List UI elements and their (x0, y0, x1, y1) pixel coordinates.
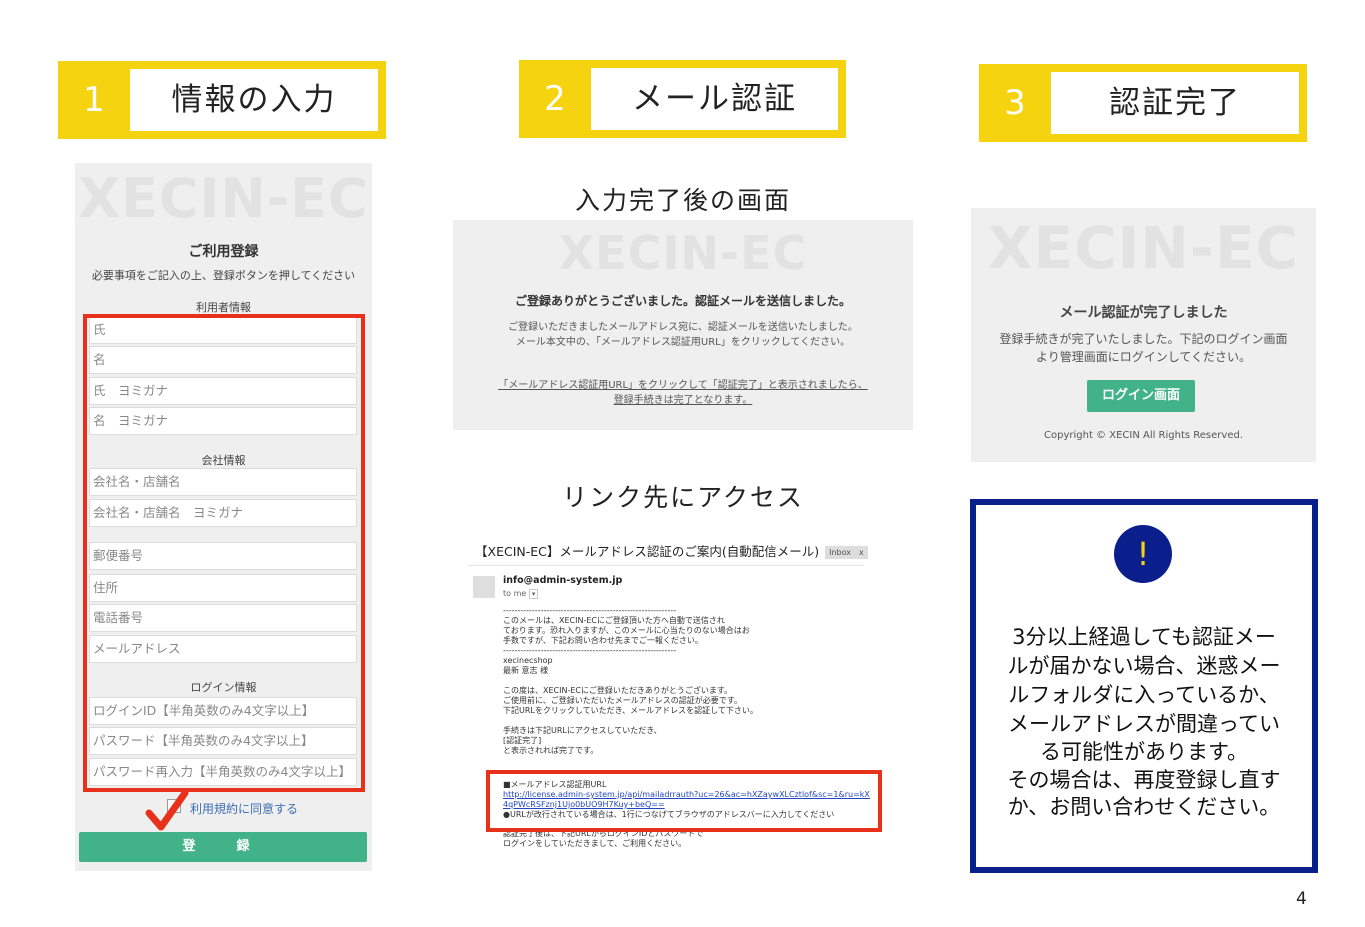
notice-line: メールアドレスが間違ってい (1008, 712, 1280, 736)
notice-line: ルフォルダに入っているか、 (1008, 683, 1280, 707)
avatar (473, 576, 495, 598)
watermark: XECIN-EC (78, 167, 369, 230)
email-from: info@admin-system.jp (503, 575, 623, 586)
step-label: メール認証 (591, 68, 838, 130)
complete-body-line: 登録手続きが完了いたしました。下記のログイン画面 (999, 332, 1288, 346)
confirmation-body: ご登録いただきましたメールアドレス宛に、認証メールを送信いたしました。 メール本… (453, 320, 913, 350)
notice-line: か、お問い合わせください。 (1007, 795, 1281, 819)
caption-after-input: 入力完了後の画面 (574, 186, 791, 215)
inbox-badge[interactable]: Inbox x (825, 546, 868, 559)
watermark: XECIN-EC (987, 214, 1300, 282)
form-title: ご利用登録 (188, 244, 259, 260)
checkmark-icon (145, 789, 189, 831)
step-1-header: 1 情報の入力 (58, 61, 386, 139)
email-to: to me ▾ (503, 589, 539, 599)
complete-body: 登録手続きが完了いたしました。下記のログイン画面 より管理画面にログインしてくだ… (971, 330, 1316, 366)
terms-link[interactable]: 利用規約に同意する (190, 800, 298, 817)
complete-body-line: より管理画面にログインしてください。 (1035, 350, 1252, 364)
notice-text: 3分以上経過しても認証メー ルが届かない場合、迷惑メー ルフォルダに入っているか… (984, 623, 1304, 820)
step-3-header: 3 認証完了 (979, 64, 1307, 142)
page-number: 4 (1296, 889, 1307, 909)
url-highlight-box (486, 770, 882, 832)
step-label: 情報の入力 (130, 69, 378, 131)
exclamation-icon: ! (1114, 525, 1172, 583)
confirmation-note: 「メールアドレス認証用URL」をクリックして「認証完了」と表示されましたら、 登… (453, 378, 913, 408)
confirmation-body-line: ご登録いただきましたメールアドレス宛に、認証メールを送信いたしました。 (508, 322, 858, 333)
confirmation-screenshot: XECIN-EC ご登録ありがとうございました。認証メールを送信しました。 ご登… (453, 220, 913, 430)
notice-line: る可能性があります。 (1040, 740, 1248, 764)
form-highlight-box (83, 314, 365, 792)
complete-heading: メール認証が完了しました (1059, 305, 1228, 321)
email-subject-text: 【XECIN-EC】メールアドレス認証のご案内(自動配信メール) (475, 544, 820, 559)
register-button[interactable]: 登 録 (79, 832, 367, 862)
step-number: 1 (83, 80, 105, 120)
email-tail: 認証完了後は、下記URLからログインIDとパスワードで ログインをしていただきま… (503, 829, 704, 848)
step-label: 認証完了 (1051, 72, 1299, 134)
email-body: ----------------------------------------… (503, 606, 758, 755)
confirmation-note-line: 登録手続きは完了となります。 (613, 395, 753, 406)
confirmation-body-line: メール本文中の、「メールアドレス認証用URL」をクリックしてください。 (515, 337, 851, 348)
email-to-text: to me (503, 589, 527, 598)
copyright: Copyright © XECIN All Rights Reserved. (1044, 430, 1243, 441)
chevron-down-icon[interactable]: ▾ (528, 589, 539, 599)
step-2-header: 2 メール認証 (519, 60, 846, 138)
email-subject: 【XECIN-EC】メールアドレス認証のご案内(自動配信メール) Inbox x (475, 541, 868, 560)
notice-line: その場合は、再度登録し直す (1007, 768, 1281, 792)
confirmation-heading: ご登録ありがとうございました。認証メールを送信しました。 (514, 294, 851, 308)
caption-access-link: リンク先にアクセス (562, 483, 804, 512)
notice-line: ルが届かない場合、迷惑メー (1007, 654, 1281, 678)
email-divider (468, 565, 864, 566)
watermark: XECIN-EC (558, 226, 808, 280)
section-user-info: 利用者情報 (196, 301, 251, 314)
step-number: 3 (1004, 83, 1026, 123)
confirmation-note-line: 「メールアドレス認証用URL」をクリックして「認証完了」と表示されましたら、 (498, 380, 868, 391)
step-number: 2 (544, 79, 566, 119)
form-subtitle: 必要事項をご記入の上、登録ボタンを押してください (91, 269, 356, 282)
complete-screenshot: XECIN-EC メール認証が完了しました 登録手続きが完了いたしました。下記の… (971, 208, 1316, 462)
login-screen-button[interactable]: ログイン画面 (1087, 380, 1195, 412)
notice-box: ! 3分以上経過しても認証メー ルが届かない場合、迷惑メー ルフォルダに入ってい… (970, 499, 1318, 873)
notice-line: 3分以上経過しても認証メー (1012, 625, 1276, 649)
